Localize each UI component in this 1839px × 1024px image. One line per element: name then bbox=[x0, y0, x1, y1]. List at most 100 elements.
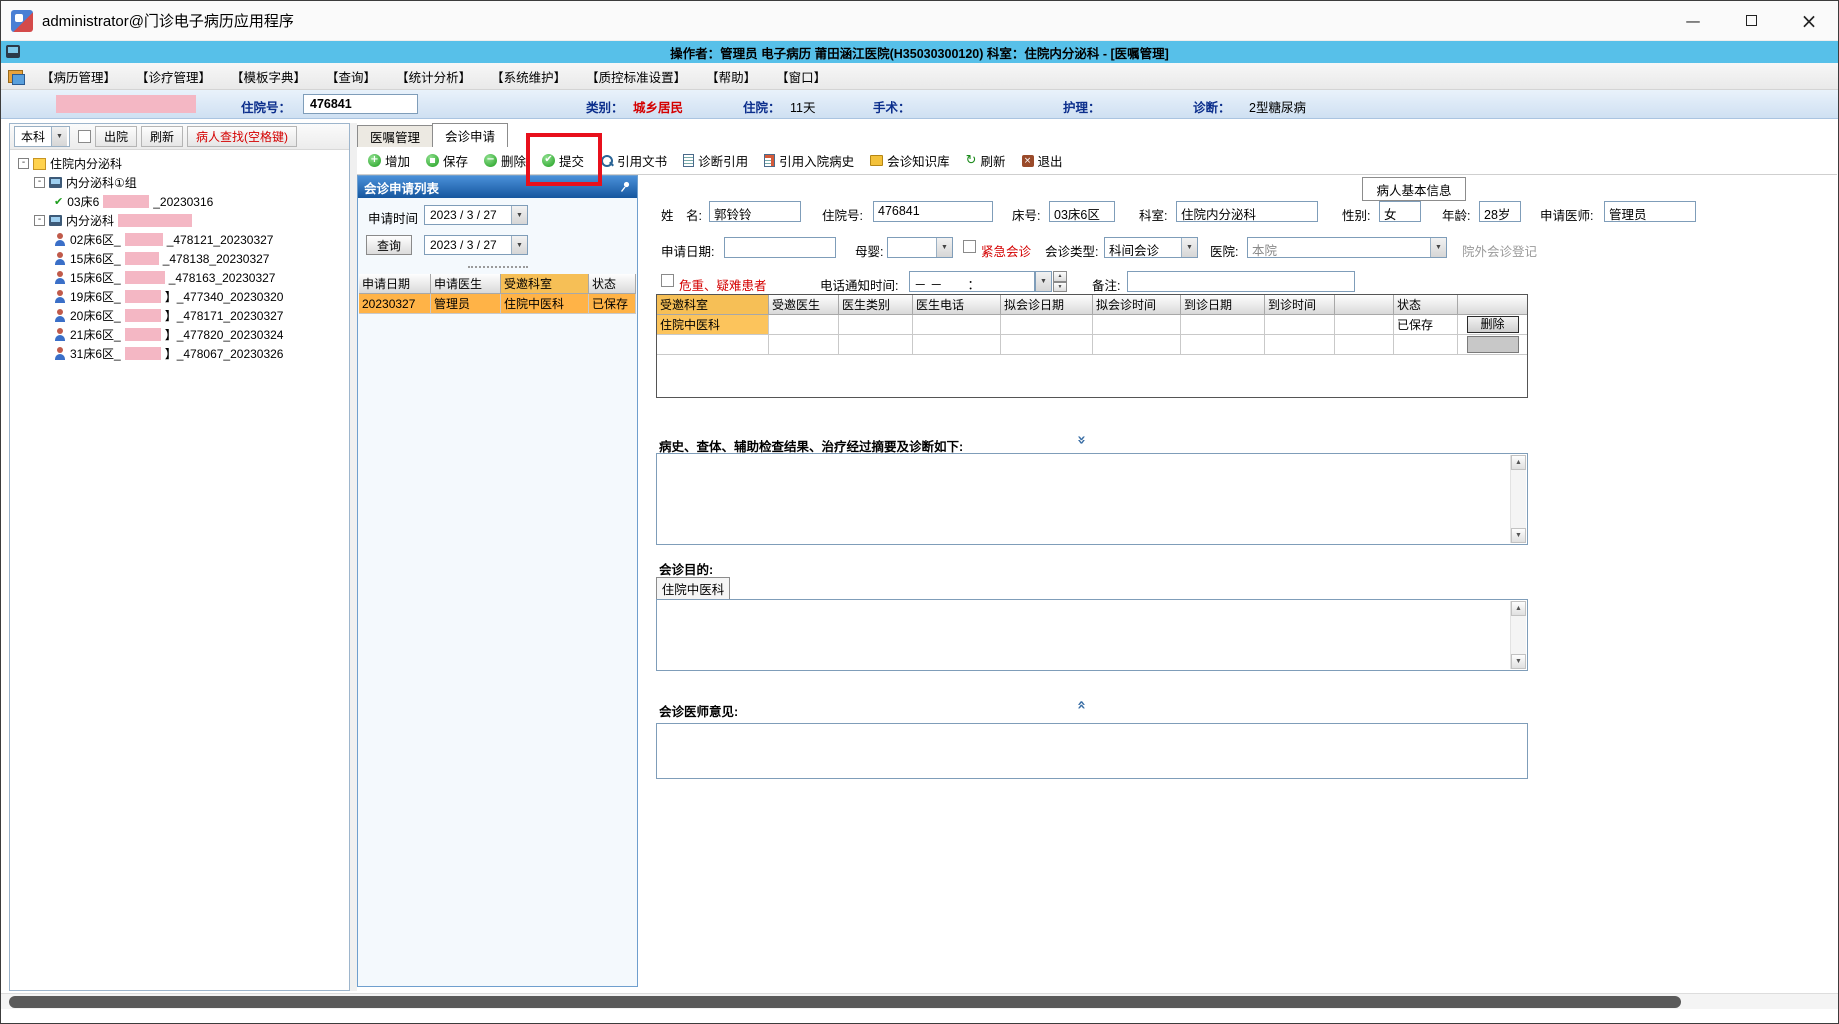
tree-item-patient[interactable]: 20床6区_ 】_478171_20230327 bbox=[10, 306, 349, 325]
tree-item-patient[interactable]: 15床6区_ _478163_20230327 bbox=[10, 268, 349, 287]
invite-table-row[interactable]: 住院中医科 已保存 删除 bbox=[657, 315, 1527, 335]
panel-splitter[interactable] bbox=[350, 123, 357, 991]
menu-system-maint[interactable]: 【系统维护】 bbox=[481, 63, 576, 89]
col-doctor-type[interactable]: 医生类别 bbox=[839, 295, 913, 315]
col-action[interactable] bbox=[1458, 295, 1527, 315]
exit-button[interactable]: × 退出 bbox=[1015, 148, 1070, 173]
critical-checkbox[interactable] bbox=[661, 274, 674, 287]
menu-template-dict[interactable]: 【模板字典】 bbox=[221, 63, 316, 89]
menu-statistics[interactable]: 【统计分析】 bbox=[386, 63, 481, 89]
scroll-down-icon[interactable]: ▼ bbox=[1511, 654, 1526, 669]
cite-diagnosis-button[interactable]: 诊断引用 bbox=[676, 148, 755, 173]
col-status[interactable]: 状态 bbox=[589, 274, 636, 294]
col-status[interactable]: 状态 bbox=[1394, 295, 1458, 315]
col-invited-dept[interactable]: 受邀科室 bbox=[657, 295, 769, 315]
knowledge-base-button[interactable]: 会诊知识库 bbox=[863, 148, 957, 173]
expand-chevron-icon[interactable]: « bbox=[1073, 700, 1091, 710]
maternal-combo[interactable]: ▼ bbox=[887, 237, 953, 258]
tree-item-patient[interactable]: 15床6区_ _478138_20230327 bbox=[10, 249, 349, 268]
history-summary-textarea[interactable]: ▲ ▼ bbox=[656, 453, 1528, 545]
tree-item-patient[interactable]: 19床6区_ 】_477340_20230320 bbox=[10, 287, 349, 306]
menu-qc-settings[interactable]: 【质控标准设置】 bbox=[576, 63, 696, 89]
pin-icon[interactable] bbox=[619, 181, 631, 193]
tree-item-patient[interactable]: 02床6区_ _478121_20230327 bbox=[10, 230, 349, 249]
tree-item-checked-patient[interactable]: ✔ 03床6 _20230316 bbox=[10, 192, 349, 211]
remark-field[interactable] bbox=[1127, 271, 1355, 292]
scroll-down-icon[interactable]: ▼ bbox=[1511, 528, 1526, 543]
collapse-chevron-icon[interactable]: » bbox=[1073, 435, 1091, 445]
external-consult-reg-link[interactable]: 院外会诊登记 bbox=[1462, 241, 1537, 260]
dept-field[interactable]: 住院内分泌科 bbox=[1176, 201, 1318, 222]
urgent-checkbox[interactable] bbox=[963, 240, 976, 253]
tab-order-management[interactable]: 医嘱管理 bbox=[357, 125, 434, 147]
request-table-row[interactable]: 20230327 管理员 住院中医科 已保存 bbox=[359, 294, 637, 314]
col-empty[interactable] bbox=[1335, 295, 1394, 315]
patient-basic-info-tab[interactable]: 病人基本信息 bbox=[1362, 177, 1466, 201]
col-arrive-date[interactable]: 到诊日期 bbox=[1181, 295, 1265, 315]
menu-window[interactable]: 【窗口】 bbox=[766, 63, 836, 89]
horizontal-scrollbar[interactable] bbox=[1, 993, 1838, 1009]
col-doctor-phone[interactable]: 医生电话 bbox=[913, 295, 1001, 315]
cite-admission-history-button[interactable]: 引用入院病史 bbox=[757, 148, 861, 173]
vertical-scrollbar[interactable]: ▲ ▼ bbox=[1510, 601, 1526, 669]
consult-purpose-textarea[interactable]: ▲ ▼ bbox=[656, 599, 1528, 671]
date-from-picker[interactable]: 2023 / 3 / 27 ▼ bbox=[424, 205, 528, 225]
resize-grip[interactable] bbox=[468, 266, 528, 268]
save-button[interactable]: 保存 bbox=[419, 148, 475, 173]
menu-query[interactable]: 【查询】 bbox=[316, 63, 386, 89]
blank-row-button[interactable] bbox=[1466, 336, 1519, 353]
close-button[interactable]: × bbox=[1780, 1, 1838, 40]
consult-opinion-textarea[interactable] bbox=[656, 723, 1528, 779]
menu-treatment-mgmt[interactable]: 【诊疗管理】 bbox=[126, 63, 221, 89]
collapse-icon[interactable]: - bbox=[34, 177, 45, 188]
scroll-up-icon[interactable]: ▲ bbox=[1511, 601, 1526, 616]
phone-time-field[interactable]: － － ： bbox=[909, 271, 1035, 292]
delete-button[interactable]: − 删除 bbox=[477, 148, 533, 173]
invite-table-empty-row[interactable] bbox=[657, 335, 1527, 355]
age-field[interactable]: 28岁 bbox=[1479, 201, 1521, 222]
refresh-button[interactable]: ↻ 刷新 bbox=[959, 148, 1013, 173]
refresh-tree-button[interactable]: 刷新 bbox=[141, 126, 184, 147]
patient-search-button[interactable]: 病人查找(空格键) bbox=[187, 126, 298, 147]
req-doctor-field[interactable]: 管理员 bbox=[1604, 201, 1696, 222]
tree-group-2[interactable]: - 内分泌科 bbox=[10, 211, 349, 230]
query-button[interactable]: 查询 bbox=[366, 235, 412, 255]
tree-group-1[interactable]: - 内分泌科①组 bbox=[10, 173, 349, 192]
collapse-icon[interactable]: - bbox=[18, 158, 29, 169]
phone-time-dropdown[interactable]: ▼ bbox=[1035, 271, 1052, 292]
date-to-picker[interactable]: 2023 / 3 / 27 ▼ bbox=[424, 235, 528, 255]
col-arrive-time[interactable]: 到诊时间 bbox=[1265, 295, 1335, 315]
minimize-button[interactable]: — bbox=[1664, 1, 1722, 40]
col-apply-date[interactable]: 申请日期 bbox=[359, 274, 431, 294]
phone-time-spinner[interactable]: ▲ ▼ bbox=[1053, 271, 1067, 292]
admission-field[interactable]: 476841 bbox=[873, 201, 993, 222]
submit-button[interactable]: ✔ 提交 bbox=[535, 148, 591, 173]
col-apply-doctor[interactable]: 申请医生 bbox=[431, 274, 501, 294]
dept-filter-combo[interactable]: 本科 ▼ bbox=[14, 126, 70, 147]
scroll-up-icon[interactable]: ▲ bbox=[1511, 455, 1526, 470]
delete-row-button[interactable]: 删除 bbox=[1466, 316, 1519, 333]
gender-field[interactable]: 女 bbox=[1379, 201, 1421, 222]
tree-item-patient[interactable]: 21床6区_ 】_477820_20230324 bbox=[10, 325, 349, 344]
col-planned-date[interactable]: 拟会诊日期 bbox=[1001, 295, 1093, 315]
col-invited-doctor[interactable]: 受邀医生 bbox=[769, 295, 839, 315]
maximize-button[interactable] bbox=[1722, 1, 1780, 40]
menu-help[interactable]: 【帮助】 bbox=[696, 63, 766, 89]
cite-document-button[interactable]: 引用文书 bbox=[593, 148, 674, 173]
consult-type-combo[interactable]: 科间会诊 ▼ bbox=[1104, 237, 1198, 258]
name-field[interactable]: 郭铃铃 bbox=[709, 201, 801, 222]
scrollbar-thumb[interactable] bbox=[9, 996, 1681, 1008]
menu-record-mgmt[interactable]: 【病历管理】 bbox=[31, 63, 126, 89]
add-button[interactable]: + 增加 bbox=[361, 148, 417, 173]
tree-item-patient[interactable]: 31床6区_ 】_478067_20230326 bbox=[10, 344, 349, 363]
collapse-icon[interactable]: - bbox=[34, 215, 45, 226]
hospital-combo[interactable]: 本院 ▼ bbox=[1247, 237, 1447, 258]
vertical-scrollbar[interactable]: ▲ ▼ bbox=[1510, 455, 1526, 543]
bed-field[interactable]: 03床6区 bbox=[1049, 201, 1115, 222]
apply-date-field[interactable] bbox=[724, 237, 836, 258]
tab-consult-request[interactable]: 会诊申请 bbox=[432, 123, 509, 147]
discharge-checkbox[interactable] bbox=[78, 130, 91, 143]
col-planned-time[interactable]: 拟会诊时间 bbox=[1093, 295, 1181, 315]
tree-root-dept[interactable]: - 住院内分泌科 bbox=[10, 154, 349, 173]
col-invited-dept[interactable]: 受邀科室 bbox=[501, 274, 589, 294]
